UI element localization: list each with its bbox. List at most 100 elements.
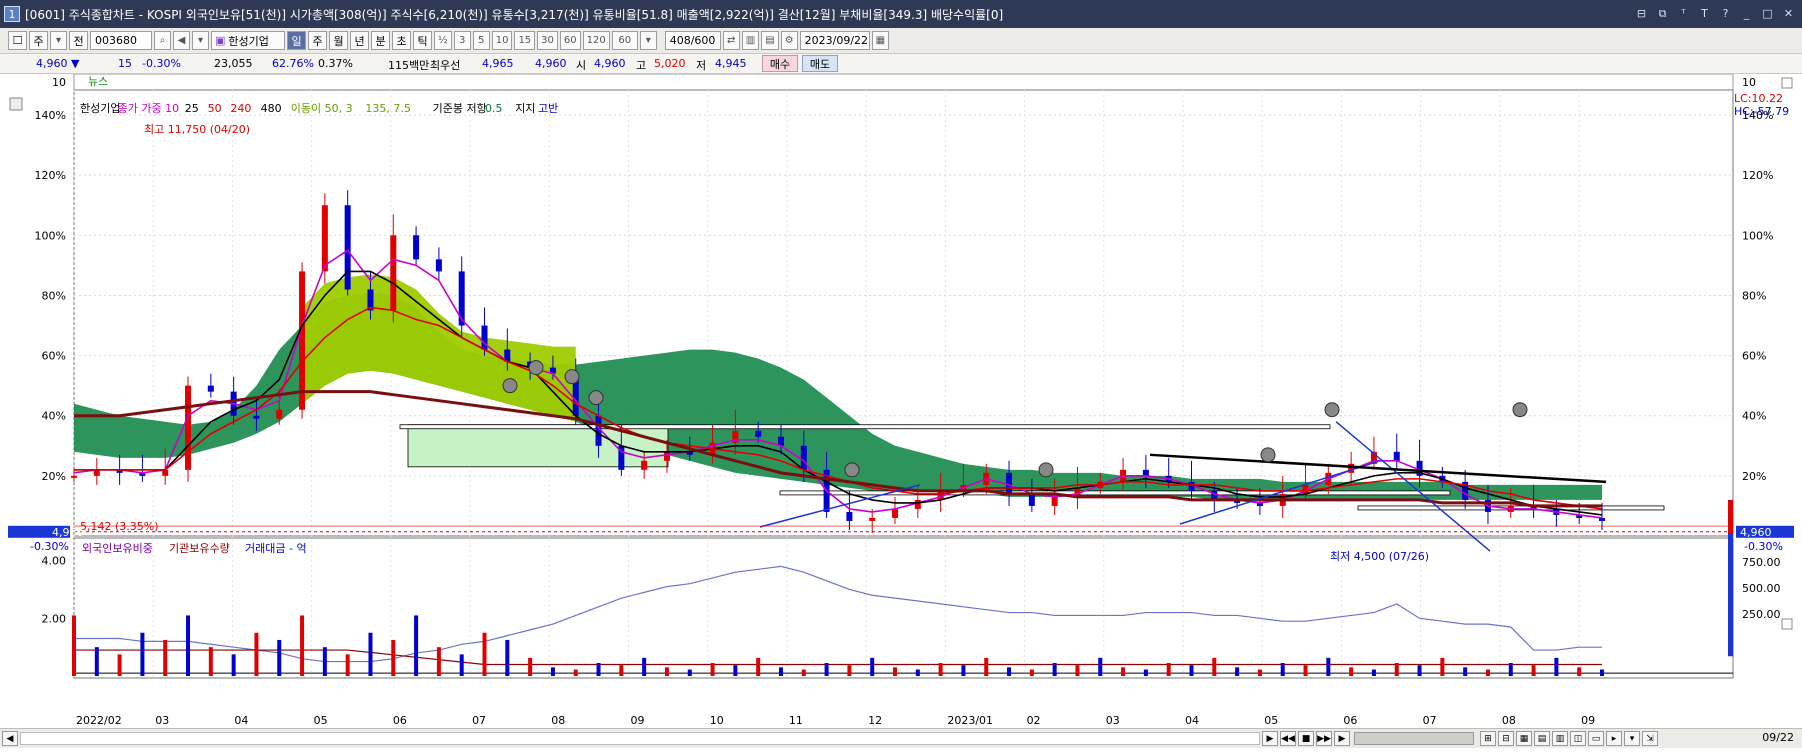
interval-button[interactable]: 30 <box>537 31 558 50</box>
close-icon[interactable]: ✕ <box>1781 6 1796 21</box>
font-icon[interactable]: ᵀ <box>1676 6 1691 21</box>
price-tag-text: 4,960 <box>1740 526 1772 539</box>
scroll-track[interactable] <box>20 732 1260 745</box>
sound-icon[interactable]: ◀ <box>173 31 190 50</box>
x-tick-label: 05 <box>314 714 328 727</box>
mode-select[interactable]: 전 <box>69 31 88 50</box>
chart-area[interactable]: 뉴스 10 10 140% 140% 120% 120% 100% 100% 80% 80% 60% 6… <box>0 74 1802 727</box>
chart-type-icon[interactable]: ▥ <box>741 31 760 50</box>
volume-bar <box>619 665 624 676</box>
candle-body <box>413 235 420 260</box>
scroll-thumb[interactable] <box>1354 732 1474 745</box>
interval-button[interactable]: 3 <box>453 31 471 50</box>
volume-bar <box>824 663 829 676</box>
maximize-icon[interactable]: □ <box>1760 6 1775 21</box>
minimize-icon[interactable]: _ <box>1739 6 1754 21</box>
date-input[interactable]: 2023/09/22 <box>799 31 870 50</box>
volume-bar <box>664 667 669 676</box>
change-value: 15 <box>118 57 132 70</box>
volume-bar <box>1280 663 1285 676</box>
volume-bar <box>1394 663 1399 676</box>
grid-icon[interactable]: ▦ <box>1516 731 1532 746</box>
volume-bar <box>1143 669 1148 676</box>
scroll-stop-icon[interactable]: ■ <box>1298 731 1314 746</box>
interval-button[interactable]: 60 <box>559 31 581 50</box>
chevron-down-icon[interactable]: ▾ <box>50 31 67 50</box>
volume-bar <box>756 657 761 676</box>
text-icon[interactable]: T <box>1697 6 1712 21</box>
help-icon[interactable]: ? <box>1718 6 1733 21</box>
export-icon[interactable]: ⇲ <box>1642 731 1658 746</box>
signal-marker <box>564 369 580 385</box>
volume-bar <box>1554 657 1559 676</box>
indicator-tick-right: 500.00 <box>1742 582 1781 595</box>
candle-body <box>846 511 853 521</box>
buy-button[interactable]: 매수 <box>762 55 798 72</box>
volume-bar <box>961 665 966 676</box>
panel-icon[interactable]: ▥ <box>1552 731 1568 746</box>
x-tick-label: 04 <box>1185 714 1199 727</box>
compare-icon[interactable]: ⇄ <box>722 31 740 50</box>
volume-bar <box>414 615 419 676</box>
indicator-legend: 거래대금 - 억 <box>245 542 307 555</box>
volume-bar <box>1098 657 1103 676</box>
stock-name-field[interactable]: ▣ 한성기업 <box>211 31 285 50</box>
interval-custom-input[interactable]: 60 <box>611 31 638 50</box>
gear-icon[interactable]: ⚙ <box>780 31 798 50</box>
interval-button[interactable]: 120 <box>582 31 610 50</box>
period-day-button[interactable]: 일 <box>287 31 306 50</box>
calendar-icon[interactable]: ▦ <box>871 31 890 50</box>
chevron-down-icon[interactable]: ▾ <box>639 31 657 50</box>
volume-ratio-value: 62.76% <box>272 57 314 70</box>
collapse-icon[interactable]: ▾ <box>1624 731 1640 746</box>
scroll-fast-forward-icon[interactable]: ▶▶ <box>1316 731 1332 746</box>
y-tick-right: 120% <box>1742 169 1773 182</box>
period-second-button[interactable]: 초 <box>392 31 411 50</box>
split-icon[interactable]: ◫ <box>1570 731 1586 746</box>
period-minute-button[interactable]: 분 <box>371 31 390 50</box>
layout-icon[interactable]: ▤ <box>1534 731 1550 746</box>
count-input[interactable]: 408/600 <box>664 31 721 50</box>
expand-icon[interactable]: ▸ <box>1606 731 1622 746</box>
volume-bar <box>1463 667 1468 676</box>
indicator-legend: 외국인보유비중 <box>82 542 153 555</box>
menu-icon[interactable]: ☐ <box>8 31 27 50</box>
save-icon[interactable]: ▤ <box>761 31 779 50</box>
period-week-button[interactable]: 주 <box>308 31 327 50</box>
chart-scrollbar[interactable]: ◀ ▶ ◀◀ ■ ▶▶ ▶ ⊞ ⊟ ▦ ▤ ▥ ◫ ▭ ▸ ▾ ⇲ 09/22 <box>0 728 1802 748</box>
chart-svg[interactable]: 뉴스10 10140% 140%120% 120%100% 100%80% 80%60% 6… <box>0 74 1802 728</box>
price-tag-text: 4,960 <box>52 526 84 539</box>
stock-code-input[interactable]: 003680 <box>90 31 152 50</box>
period-month-button[interactable]: 월 <box>329 31 348 50</box>
interval-button[interactable]: ½ <box>434 31 452 50</box>
table-icon[interactable]: ▭ <box>1588 731 1604 746</box>
chevron-down-icon[interactable]: ▾ <box>192 31 209 50</box>
sell-button[interactable]: 매도 <box>802 55 838 72</box>
volume-bar <box>186 615 191 676</box>
scroll-next-icon[interactable]: ▶ <box>1262 731 1278 746</box>
window-icon[interactable]: ⧉ <box>1655 6 1670 21</box>
period-year-button[interactable]: 년 <box>350 31 369 50</box>
scroll-fast-back-icon[interactable]: ◀◀ <box>1280 731 1296 746</box>
low-annotation: 최저 4,500 (07/26) <box>1330 550 1429 563</box>
market-select[interactable]: 주 <box>29 31 48 50</box>
x-tick-label: 12 <box>868 714 882 727</box>
news-tick-right: 10 <box>1742 76 1756 89</box>
zoom-out-icon[interactable]: ⊟ <box>1498 731 1514 746</box>
scroll-right-icon[interactable]: ▶ <box>1334 731 1350 746</box>
range-bar <box>1728 532 1733 657</box>
restore-icon[interactable]: ⊟ <box>1634 6 1649 21</box>
volume-bar <box>1212 657 1217 676</box>
search-icon[interactable]: ⌕ <box>154 31 171 50</box>
y-tick-right: 40% <box>1742 410 1766 423</box>
period-tick-button[interactable]: 틱 <box>413 31 432 50</box>
volume-bar <box>505 639 510 676</box>
interval-button[interactable]: 15 <box>514 31 536 50</box>
interval-button[interactable]: 5 <box>472 31 490 50</box>
zoom-in-icon[interactable]: ⊞ <box>1480 731 1496 746</box>
scroll-left-icon[interactable]: ◀ <box>2 731 18 746</box>
interval-button[interactable]: 10 <box>491 31 513 50</box>
volume-bar <box>778 667 783 676</box>
x-tick-label: 04 <box>234 714 248 727</box>
indicator-tick-right: 750.00 <box>1742 556 1781 569</box>
